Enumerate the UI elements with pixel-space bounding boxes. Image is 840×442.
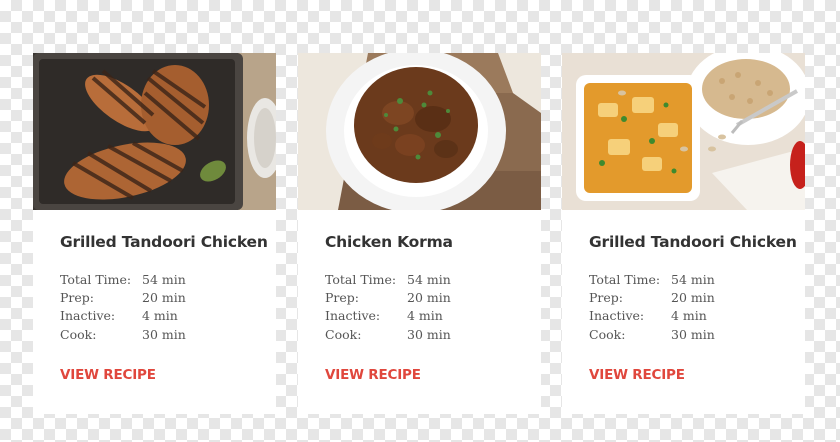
time-row-prep: Prep: 20 min [60,289,186,307]
time-label: Total Time: [325,272,397,287]
time-value: 20 min [671,290,715,306]
time-label: Inactive: [60,308,116,324]
time-value: 54 min [407,272,451,287]
time-row-cook: Cook: 30 min [60,326,186,344]
time-label: Cook: [325,326,362,342]
time-row-prep: Prep: 20 min [589,289,715,307]
time-row-inactive: Inactive: 4 min [60,307,186,325]
time-value: 30 min [407,326,451,342]
time-label: Prep: [589,290,623,306]
time-row-cook: Cook: 30 min [325,326,451,344]
chicken-korma-image [298,53,541,210]
recipe-card: Chicken Korma Total Time: 54 min Prep: 20 … [298,53,541,414]
time-label: Prep: [325,290,359,306]
time-label: Inactive: [589,308,645,324]
recipe-card: Grilled Tandoori Chicken Total Time: 54 m… [562,53,805,414]
time-value: 30 min [671,326,715,342]
view-recipe-link[interactable]: VIEW RECIPE [325,367,421,383]
recipe-image-curry-rice[interactable] [562,53,805,210]
time-label: Total Time: [60,272,132,287]
recipe-times: Total Time: 54 min Prep: 20 min Inactive: 4… [589,271,715,344]
recipe-title[interactable]: Grilled Tandoori Chicken [589,233,797,251]
time-row-total: Total Time: 54 min [60,271,186,289]
time-row-prep: Prep: 20 min [325,289,451,307]
time-row-cook: Cook: 30 min [589,326,715,344]
time-value: 20 min [142,290,186,306]
time-value: 20 min [407,290,451,306]
recipe-times: Total Time: 54 min Prep: 20 min Inactive: 4… [60,271,186,344]
time-row-inactive: Inactive: 4 min [589,307,715,325]
recipe-image-chicken-korma[interactable] [298,53,541,210]
time-value: 30 min [142,326,186,342]
time-label: Cook: [589,326,626,342]
time-row-total: Total Time: 54 min [325,271,451,289]
time-label: Inactive: [325,308,381,324]
time-value: 54 min [671,272,715,287]
view-recipe-link[interactable]: VIEW RECIPE [589,367,685,383]
view-recipe-link[interactable]: VIEW RECIPE [60,367,156,383]
recipe-card: Grilled Tandoori Chicken Total Time: 54 m… [33,53,276,414]
time-label: Total Time: [589,272,661,287]
recipe-times: Total Time: 54 min Prep: 20 min Inactive: 4… [325,271,451,344]
time-value: 4 min [142,308,178,324]
time-label: Prep: [60,290,94,306]
time-row-inactive: Inactive: 4 min [325,307,451,325]
time-label: Cook: [60,326,97,342]
recipe-image-grilled-chicken[interactable] [33,53,276,210]
time-value: 4 min [671,308,707,324]
time-value: 54 min [142,272,186,287]
curry-rice-image [562,53,805,210]
grilled-chicken-image [33,53,276,210]
recipe-title[interactable]: Chicken Korma [325,233,453,251]
time-row-total: Total Time: 54 min [589,271,715,289]
recipe-title[interactable]: Grilled Tandoori Chicken [60,233,268,251]
time-value: 4 min [407,308,443,324]
